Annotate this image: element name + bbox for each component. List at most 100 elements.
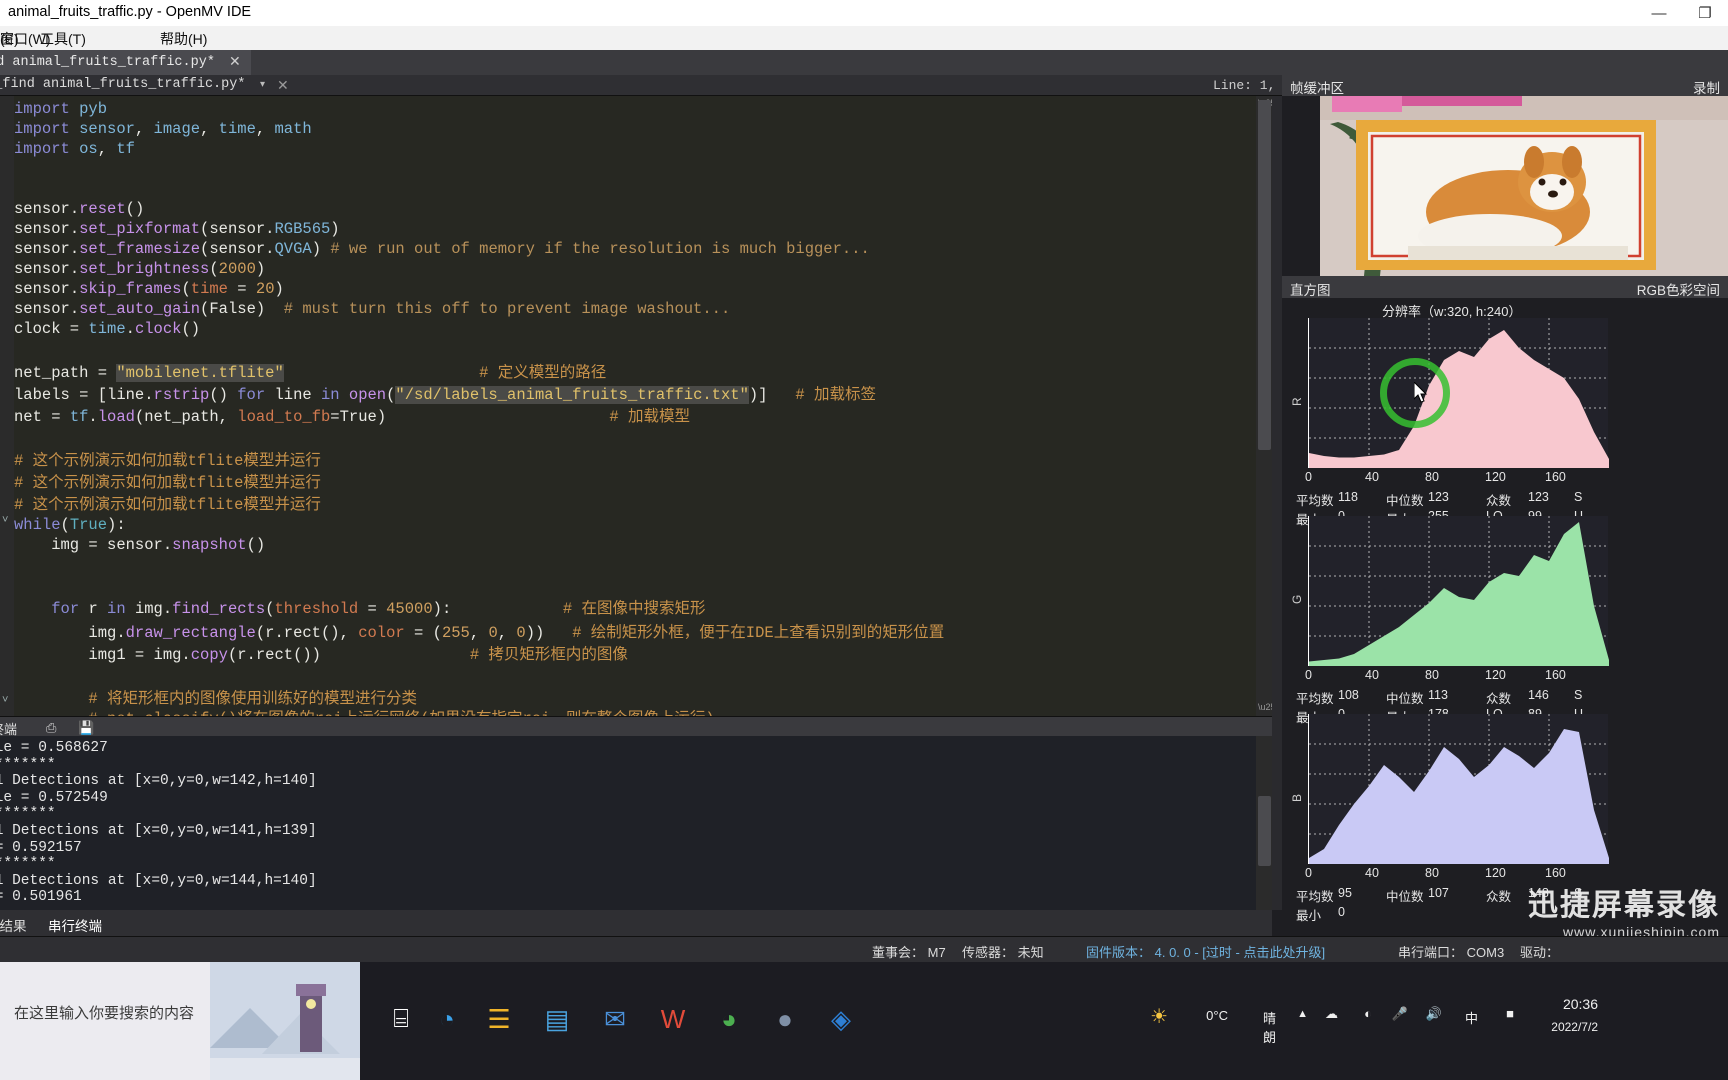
save-icon[interactable]: 💾	[78, 720, 94, 736]
code-token: .	[88, 408, 98, 426]
clock-time[interactable]: 20:36	[1563, 996, 1598, 1012]
openmv-ide-icon[interactable]: ◈	[812, 990, 870, 1048]
document-tab-bar: ind animal_fruits_traffic.py* ✕	[0, 50, 1728, 75]
battery-icon[interactable]: ■	[1506, 1006, 1514, 1021]
code-token: )	[255, 260, 266, 278]
stat-value: 146	[1528, 688, 1549, 702]
tab-results[interactable]: 示结果	[0, 915, 27, 935]
maximize-button[interactable]: ❐	[1682, 0, 1728, 26]
code-token: for	[51, 600, 89, 618]
code-token: time	[218, 120, 256, 138]
cloud-icon[interactable]: ☁	[1325, 1006, 1338, 1022]
clock-date[interactable]: 2022/7/2	[1551, 1020, 1598, 1034]
status-board: 董事会： M7	[872, 945, 946, 960]
stat-key: 平均数	[1296, 692, 1334, 706]
volume-icon[interactable]: 🔊	[1426, 1006, 1442, 1022]
framebuffer-title: 帧缓冲区	[1290, 81, 1344, 96]
code-token: copy	[190, 646, 228, 664]
framebuffer-image[interactable]	[1320, 96, 1728, 276]
histogram-plot[interactable]	[1308, 714, 1609, 864]
search-placeholder-text: 在这里输入你要搜索的内容	[14, 1005, 195, 1022]
code-token: color	[358, 624, 405, 642]
code-token: ):	[107, 516, 126, 534]
document-tab[interactable]: ind animal_fruits_traffic.py* ✕	[0, 50, 251, 75]
code-token: ))	[525, 624, 573, 642]
panel-splitter[interactable]	[1272, 96, 1282, 910]
fold-toggle-icon[interactable]: ˅	[2, 514, 8, 526]
code-token: sensor	[14, 280, 70, 298]
tab-serial-terminal[interactable]: 串行终端	[48, 915, 102, 935]
histogram-axis-label: B	[1290, 793, 1304, 802]
terminal-output[interactable]: tle = 0.568627******** 1 Detections at […	[0, 736, 1272, 910]
code-token: ()	[246, 536, 266, 554]
chevron-up-icon[interactable]: ▲	[1297, 1008, 1308, 1020]
terminal-scrollbar-thumb[interactable]	[1258, 796, 1271, 866]
code-token: import	[14, 140, 80, 158]
code-token: True	[339, 408, 377, 426]
code-token: rect	[255, 646, 294, 664]
code-token: ()	[181, 320, 201, 338]
code-token: ,	[97, 140, 117, 158]
menu-item-window[interactable]: 窗口(W)	[0, 29, 51, 49]
code-token: ):	[432, 600, 563, 618]
code-token: )	[311, 240, 331, 258]
fold-toggle-icon[interactable]: ˅	[2, 694, 8, 706]
status-drive: 驱动：	[1520, 945, 1560, 960]
stat-value: 123	[1428, 490, 1449, 504]
terminal-scrollbar[interactable]	[1256, 736, 1272, 910]
store-icon[interactable]: ▤	[528, 990, 586, 1048]
histogram-svg	[1309, 714, 1609, 864]
histogram-plot[interactable]	[1308, 516, 1609, 666]
status-firmware[interactable]: 固件版本： 4. 0. 0 - [过时 - 点击此处升级]	[1086, 942, 1325, 961]
ime-indicator[interactable]: 中	[1465, 1008, 1478, 1027]
code-token: ,	[469, 624, 489, 642]
editor-scrollbar-thumb[interactable]	[1258, 100, 1271, 450]
code-token: open	[348, 386, 387, 404]
editor-file-tab[interactable]: ite_find animal_fruits_traffic.py*	[0, 77, 245, 92]
code-token: (r.	[255, 624, 284, 642]
wps-icon[interactable]: W	[644, 990, 702, 1048]
wechat-icon[interactable]: ◕	[700, 990, 758, 1048]
microphone-icon[interactable]: 🎤	[1392, 1006, 1408, 1022]
code-text-area[interactable]: import pyb import sensor, image, time, ma…	[14, 96, 1256, 716]
close-icon[interactable]: ✕	[277, 77, 289, 94]
code-token: (	[200, 220, 210, 238]
fold-gutter[interactable]: ˅ ˅	[0, 96, 14, 716]
editor-scrollbar[interactable]: \u25b2 \u25bc	[1256, 96, 1272, 716]
histogram-tick-label: 120	[1485, 866, 1506, 880]
histogram-tick-row: 0 40 80 120 160	[1305, 668, 1628, 684]
code-token: (	[200, 300, 210, 318]
code-editor[interactable]: ˅ ˅ import pyb import sensor, image, time,…	[0, 96, 1272, 716]
terminal-header: 行终端 ⎙ 💾	[0, 716, 1272, 737]
minimize-button[interactable]: —	[1636, 0, 1682, 26]
file-explorer-icon[interactable]: ☰	[470, 990, 528, 1048]
bottom-tab-bar: 示结果 串行终端	[0, 910, 1272, 936]
record-button[interactable]: 录制	[1693, 77, 1720, 97]
clear-icon[interactable]: ⎙	[46, 720, 56, 736]
chevron-down-icon[interactable]: ▾	[260, 79, 265, 90]
weather-icon: ☀	[1150, 1006, 1168, 1028]
edge-browser-icon[interactable]: ◔	[418, 990, 476, 1048]
menu-item-help[interactable]: 帮助(H)	[160, 29, 207, 49]
stat-key: 最小	[1296, 909, 1322, 923]
histogram-tick-label: 120	[1485, 470, 1506, 484]
photo-app-icon[interactable]: ●	[756, 990, 814, 1048]
code-token: sensor	[14, 220, 70, 238]
code-line: sensor.set_auto_gain(False) # must turn …	[14, 300, 730, 318]
close-icon[interactable]: ✕	[229, 54, 241, 71]
histogram-svg	[1309, 318, 1609, 468]
network-icon[interactable]: ◐	[1364, 1006, 1372, 1021]
code-token: net =	[14, 408, 70, 426]
code-token: math	[274, 120, 312, 138]
search-input[interactable]: 在这里输入你要搜索的内容	[0, 962, 360, 1080]
code-token: sensor	[209, 220, 266, 238]
histogram-axis-label: G	[1290, 594, 1304, 604]
colorspace-selector[interactable]: RGB色彩空间	[1637, 279, 1720, 299]
code-token: # we run out of memory if the resolution…	[330, 240, 870, 258]
terminal-line: tle = 0.572549	[0, 789, 108, 806]
mail-icon[interactable]: ✉	[586, 990, 644, 1048]
scroll-down-icon[interactable]: \u25bc	[1258, 702, 1272, 714]
histogram-plot[interactable]	[1308, 318, 1609, 468]
code-token: r	[88, 600, 108, 618]
